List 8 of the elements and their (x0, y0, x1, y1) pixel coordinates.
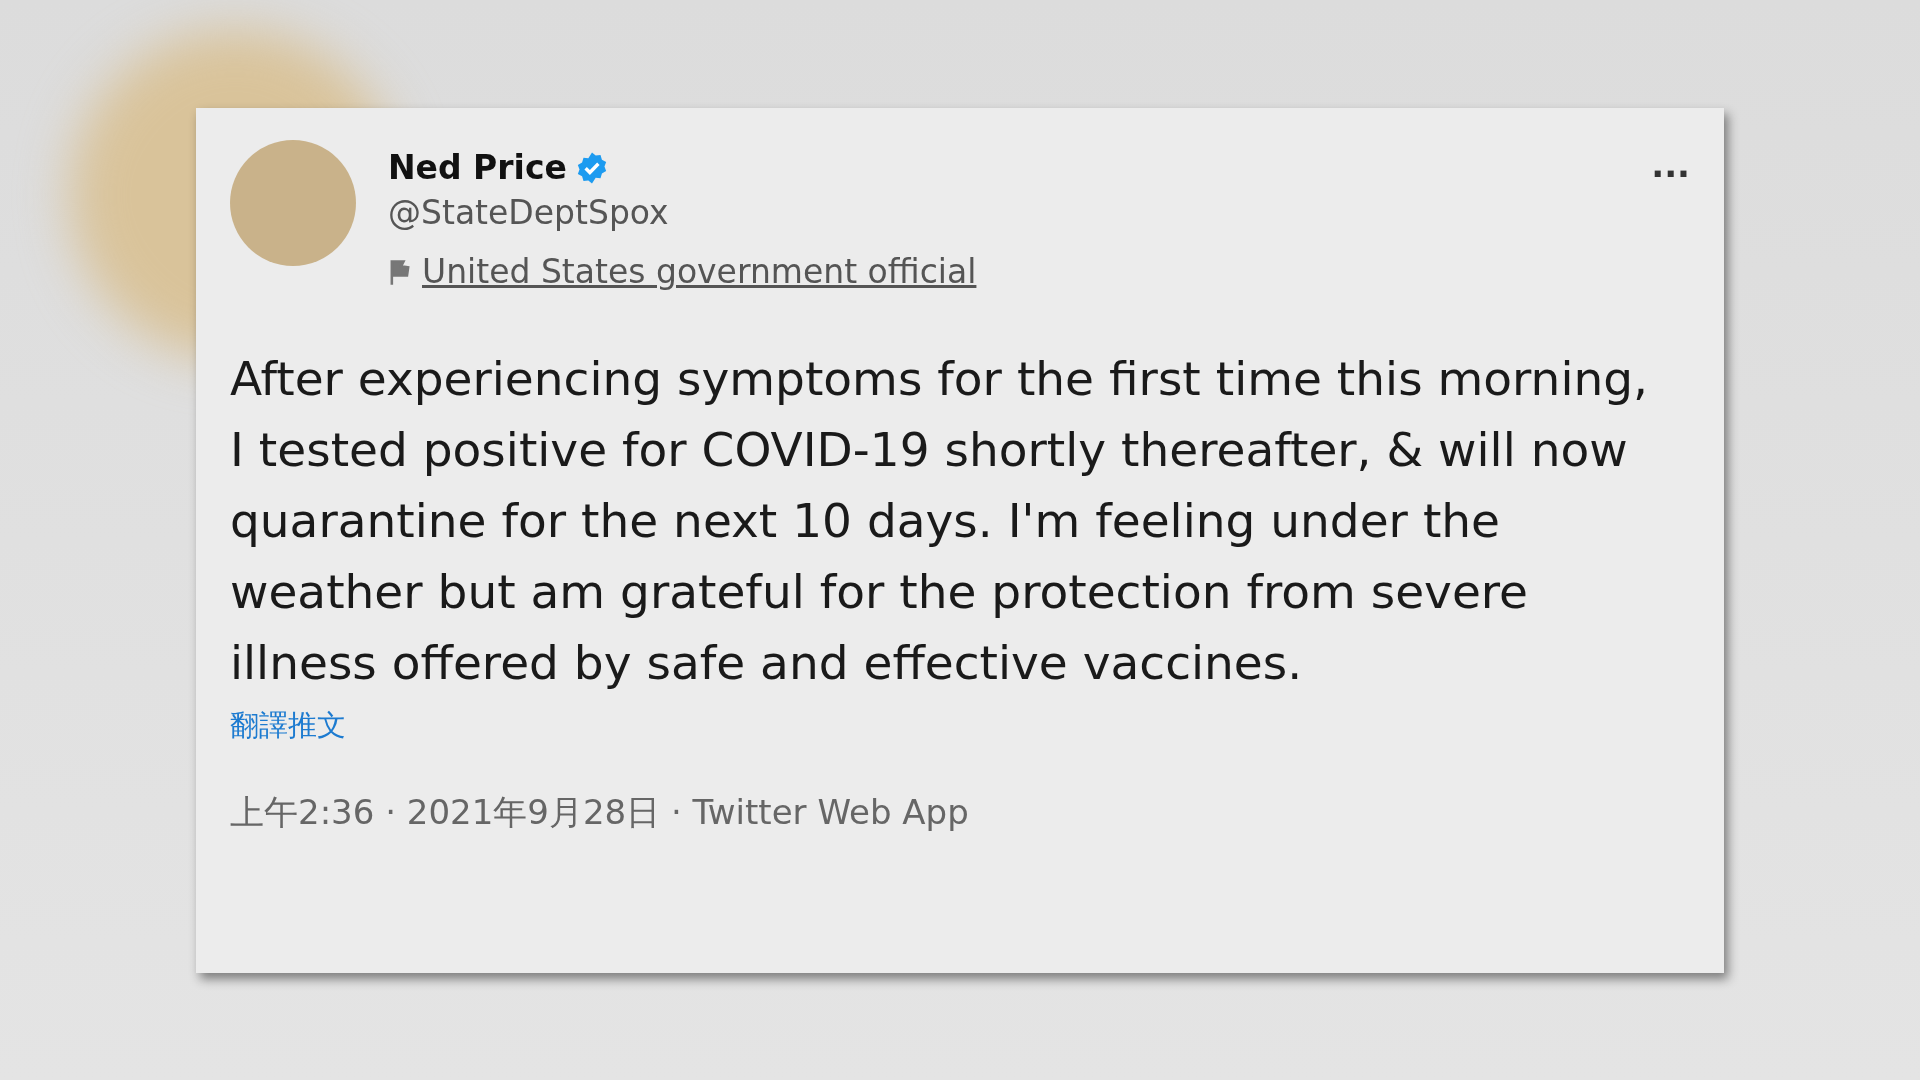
translate-tweet-link[interactable]: 翻譯推文 (230, 706, 346, 746)
official-label-link[interactable]: United States government official (422, 252, 977, 291)
flag-icon (388, 257, 412, 286)
tweet-text: After experiencing symptoms for the first time this morning, I tested positive for COVID-19 shortly thereafter, & will now quarantine for the next 10 days. I'm feeling under the weather but am grateful for the protection from severe illness offered by safe and effective vaccines. (230, 350, 1649, 692)
author-handle[interactable]: @StateDeptSpox (388, 193, 977, 232)
tweet-timestamp: 上午2:36 · 2021年9月28日 · Twitter Web App (230, 791, 970, 834)
author-name[interactable]: Ned Price (388, 148, 567, 187)
more-options-button[interactable]: ··· (1651, 154, 1690, 194)
